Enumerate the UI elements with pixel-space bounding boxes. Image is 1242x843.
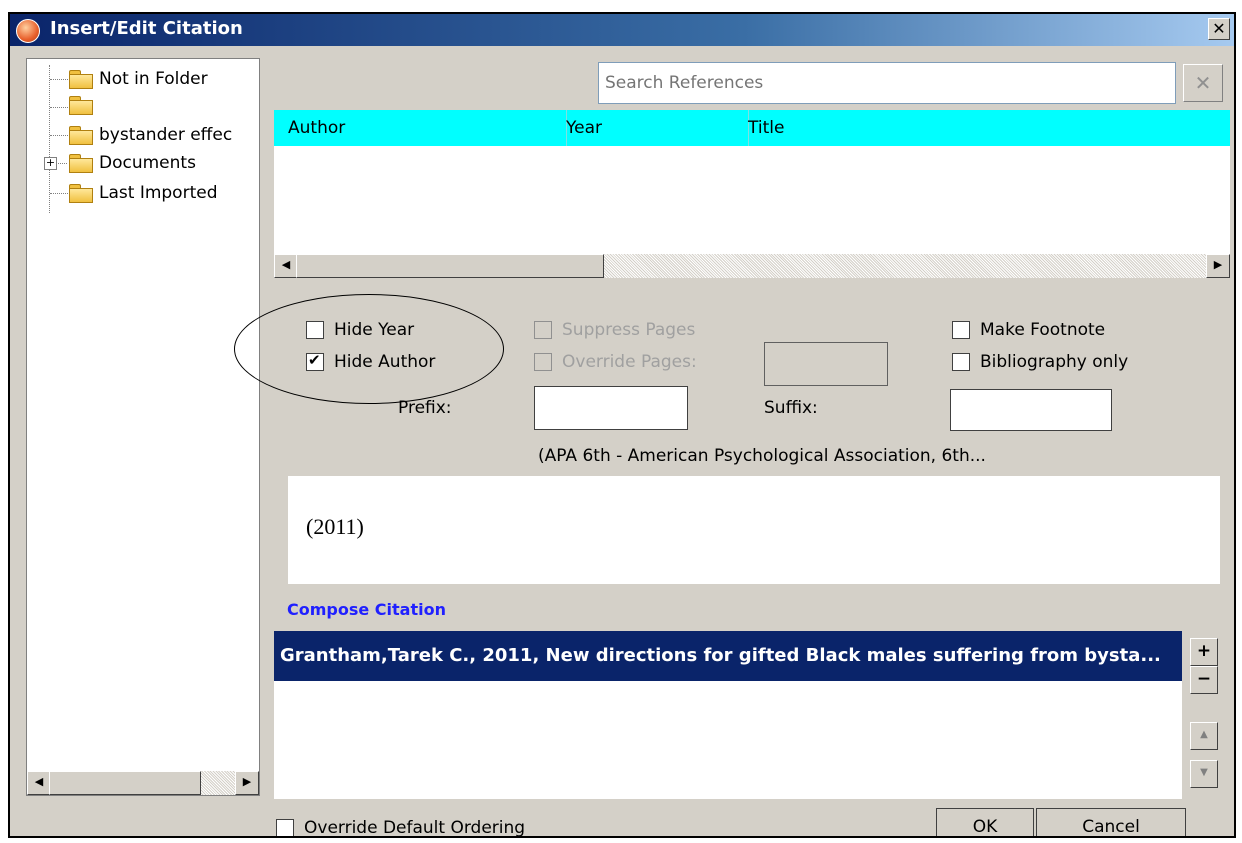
make-footnote-label: Make Footnote — [980, 320, 1106, 340]
folder-icon — [69, 126, 93, 145]
citation-preview: (2011) — [288, 476, 1220, 584]
tree-item-documents[interactable]: Documents — [27, 149, 301, 177]
close-button[interactable]: ✕ — [1208, 18, 1230, 40]
override-pages-label: Override Pages: — [562, 352, 697, 372]
column-header-title[interactable]: Title — [734, 110, 1234, 146]
group-tree: Not in Folder bystander effec + Document… — [26, 58, 260, 796]
list-item-selected[interactable]: Grantham,Tarek C., 2011, New directions … — [274, 631, 1182, 681]
scroll-left-icon[interactable]: ◀ — [27, 771, 51, 795]
override-default-ordering-label: Override Default Ordering — [304, 818, 526, 838]
folder-icon — [69, 70, 93, 89]
clear-search-button[interactable]: ✕ — [1183, 64, 1223, 102]
checkbox-box[interactable] — [952, 353, 970, 371]
tree-item-last-imported[interactable]: Last Imported — [27, 179, 301, 207]
remove-icon[interactable]: − — [1190, 666, 1218, 694]
tree-item-label: bystander effec — [99, 125, 233, 145]
column-header-year[interactable]: Year — [552, 110, 749, 146]
reference-results-table: Author Year Title ◀ ▶ — [274, 110, 1230, 278]
hide-author-checkbox[interactable]: Hide Author — [306, 351, 436, 372]
checkbox-box[interactable] — [276, 819, 294, 836]
suffix-label: Suffix: — [764, 398, 818, 418]
add-icon[interactable]: + — [1190, 638, 1218, 666]
make-footnote-checkbox[interactable]: Make Footnote — [952, 320, 1105, 340]
cancel-button[interactable]: Cancel — [1036, 808, 1186, 836]
column-header-author[interactable]: Author — [274, 110, 567, 146]
override-pages-field[interactable] — [764, 342, 888, 386]
hide-author-label: Hide Author — [334, 352, 436, 372]
compose-citation-list: Grantham,Tarek C., 2011, New directions … — [274, 631, 1182, 799]
checkbox-box-checked[interactable] — [306, 351, 324, 371]
move-up-icon[interactable]: ▲ — [1190, 722, 1218, 750]
tree-item-label: Documents — [99, 153, 196, 173]
scroll-left-icon[interactable]: ◀ — [274, 254, 298, 278]
search-references-input[interactable] — [598, 62, 1176, 104]
output-style-name: (APA 6th - American Psychological Associ… — [538, 446, 986, 466]
checkbox-box[interactable] — [534, 321, 552, 339]
suppress-pages-checkbox[interactable]: Suppress Pages — [534, 320, 695, 340]
scroll-right-icon[interactable]: ▶ — [235, 771, 259, 795]
checkbox-box[interactable] — [534, 353, 552, 371]
scrollbar-thumb[interactable] — [49, 771, 201, 795]
highlight-ellipse — [234, 294, 504, 404]
checkbox-box[interactable] — [306, 321, 324, 339]
prefix-label: Prefix: — [398, 398, 452, 418]
title-bar: Insert/Edit Citation ✕ — [10, 14, 1234, 46]
compose-citation-label: Compose Citation — [287, 600, 446, 619]
suffix-field[interactable] — [950, 389, 1112, 431]
folder-icon — [69, 96, 93, 115]
prefix-field[interactable] — [534, 386, 688, 430]
bibliography-only-checkbox[interactable]: Bibliography only — [952, 352, 1128, 372]
suppress-pages-label: Suppress Pages — [562, 320, 696, 340]
tree-item-label: Not in Folder — [99, 69, 208, 89]
scroll-right-icon[interactable]: ▶ — [1206, 254, 1230, 278]
tree-item-label: Last Imported — [99, 183, 218, 203]
hide-year-checkbox[interactable]: Hide Year — [306, 320, 414, 340]
endnote-app-icon — [16, 19, 40, 43]
override-pages-checkbox[interactable]: Override Pages: — [534, 352, 697, 372]
ok-button[interactable]: OK — [936, 808, 1034, 836]
scrollbar-thumb[interactable] — [296, 254, 604, 278]
results-header-row: Author Year Title — [274, 110, 1230, 146]
tree-item-not-in-folder[interactable]: Not in Folder — [27, 65, 301, 93]
folder-icon — [69, 184, 93, 203]
tree-horizontal-scrollbar[interactable]: ◀ ▶ — [27, 771, 259, 795]
tree-item-unnamed[interactable] — [27, 91, 301, 119]
bibliography-only-label: Bibliography only — [980, 352, 1129, 372]
hide-year-label: Hide Year — [334, 320, 415, 340]
window-title: Insert/Edit Citation — [50, 18, 243, 39]
tree-item-bystander-effect[interactable]: bystander effec — [27, 121, 301, 149]
checkbox-box[interactable] — [952, 321, 970, 339]
insert-edit-citation-dialog: Insert/Edit Citation ✕ Not in Folder bys… — [8, 12, 1236, 838]
move-down-icon[interactable]: ▼ — [1190, 760, 1218, 788]
results-horizontal-scrollbar[interactable]: ◀ ▶ — [274, 254, 1230, 278]
folder-icon — [69, 154, 93, 173]
override-default-ordering-checkbox[interactable]: Override Default Ordering — [276, 818, 526, 838]
citation-preview-text: (2011) — [306, 514, 364, 539]
